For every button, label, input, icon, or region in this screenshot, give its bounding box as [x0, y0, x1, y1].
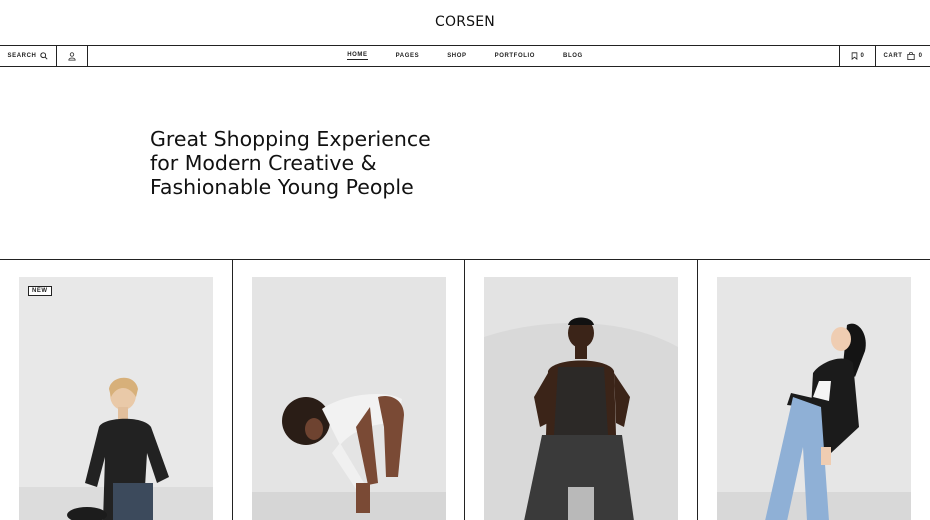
menu-links: HOME PAGES SHOP PORTFOLIO BLOG	[0, 46, 930, 66]
bag-icon	[906, 52, 915, 60]
product-card[interactable]	[698, 260, 930, 520]
main-navigation: SEARCH HOME PAGES SHOP PORTFOLIO BLOG 0 …	[0, 45, 930, 67]
woman-black-top-photo	[19, 277, 213, 520]
product-card[interactable]: NEW	[0, 260, 232, 520]
cart-label: CART	[883, 53, 903, 59]
search-button[interactable]: SEARCH	[0, 46, 57, 66]
wishlist-count: 0	[860, 53, 865, 59]
menu-shop[interactable]: SHOP	[447, 53, 466, 60]
new-badge: NEW	[28, 286, 52, 296]
hero-line-1: Great Shopping Experience	[150, 127, 431, 151]
search-label: SEARCH	[7, 53, 37, 59]
product-image[interactable]	[484, 277, 678, 520]
menu-home[interactable]: HOME	[347, 52, 368, 60]
menu-pages[interactable]: PAGES	[396, 53, 420, 60]
woman-bending-photo	[252, 277, 446, 520]
header: CORSEN	[0, 0, 930, 46]
menu-blog[interactable]: BLOG	[563, 53, 583, 60]
product-image[interactable]	[717, 277, 911, 520]
user-icon	[68, 51, 76, 60]
product-card[interactable]	[465, 260, 697, 520]
hero-heading: Great Shopping Experience for Modern Cre…	[150, 127, 480, 199]
product-grid: NEW	[0, 259, 930, 520]
wishlist-button[interactable]: 0	[839, 46, 875, 66]
product-card[interactable]	[233, 260, 464, 520]
menu-portfolio[interactable]: PORTFOLIO	[495, 53, 535, 60]
man-mesh-top-photo	[484, 277, 678, 520]
product-image[interactable]: NEW	[19, 277, 213, 520]
hero-line-2: for Modern Creative &	[150, 151, 377, 175]
woman-leaning-back-photo	[717, 277, 911, 520]
cart-button[interactable]: CART 0	[875, 46, 930, 66]
brand-logo[interactable]: CORSEN	[0, 14, 930, 30]
account-button[interactable]	[57, 46, 88, 66]
product-image[interactable]	[252, 277, 446, 520]
search-icon	[40, 52, 49, 60]
cart-count: 0	[918, 53, 923, 59]
bookmark-icon	[851, 52, 857, 60]
hero-line-3: Fashionable Young People	[150, 175, 414, 199]
